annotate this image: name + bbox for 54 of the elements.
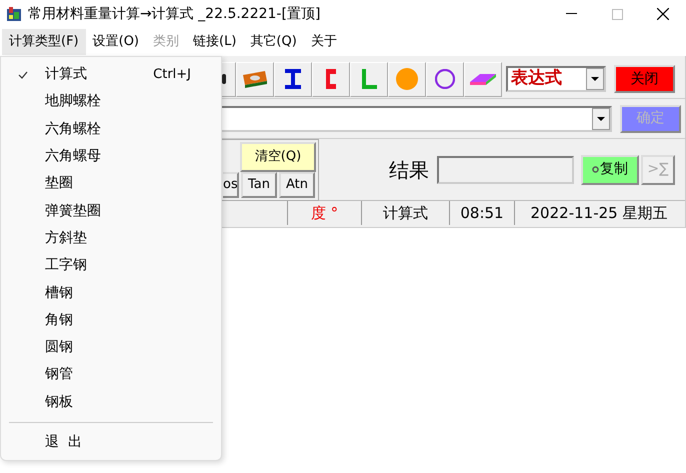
plate-icon [243, 70, 267, 88]
menu-item[interactable]: 设置(O) [86, 29, 146, 55]
i-beam-icon [285, 69, 301, 89]
menu-item[interactable]: 角钢 [1, 306, 221, 334]
toolbar-button[interactable] [236, 62, 274, 96]
maximize-icon [612, 8, 622, 20]
menu-item[interactable]: 地脚螺栓 [1, 88, 221, 116]
menu-item[interactable]: 方斜垫 [1, 224, 221, 252]
clear-button[interactable]: 清空(Q) [240, 142, 316, 172]
result-label: 结果 [389, 156, 429, 184]
menu-item[interactable]: 弹簧垫圈 [1, 197, 221, 225]
status-cell-text: 2022-11-25 星期五 [530, 202, 668, 224]
menu-item[interactable]: 工字钢 [1, 252, 221, 280]
menu-item[interactable]: 六角螺母 [1, 142, 221, 170]
channel-icon [326, 69, 336, 89]
mode-select[interactable]: 表达式 [506, 66, 606, 92]
menu-item[interactable]: 钢管 [1, 361, 221, 389]
menu-item[interactable]: 其它(Q) [243, 29, 304, 55]
menu-item[interactable]: 圆钢 [1, 334, 221, 362]
check-icon [18, 70, 28, 79]
menu-item[interactable]: 关于 [304, 29, 344, 55]
menu-item[interactable]: 垫圈 [1, 170, 221, 198]
copy-dot-icon [592, 166, 599, 173]
menu-item[interactable]: 计算式 Ctrl+J [1, 61, 221, 88]
app-icon [6, 6, 22, 22]
menu-item[interactable]: 计算类型(F) [2, 29, 86, 55]
ring-icon [435, 69, 455, 89]
status-cell: 08:51 [450, 201, 515, 225]
dropdown-arrow-icon [597, 116, 605, 120]
menu-item[interactable]: 槽钢 [1, 279, 221, 307]
minimize-icon [566, 13, 576, 15]
sheet-icon [470, 74, 496, 84]
function-key[interactable]: Tan [241, 172, 277, 198]
close-button[interactable]: 关闭 [614, 65, 675, 93]
menu-item[interactable]: 退 出 [1, 428, 221, 456]
status-cell: 计算式 [362, 201, 450, 225]
result-field[interactable] [437, 156, 574, 184]
copy-button[interactable]: 复制 [581, 154, 639, 184]
toolbar-button[interactable] [221, 62, 236, 96]
toolbar-button[interactable] [426, 62, 464, 96]
status-cell: 度 ° [288, 201, 362, 225]
menu-item[interactable]: 六角螺栓 [1, 116, 221, 143]
menu-item[interactable]: 钢板 [1, 388, 221, 416]
menu-item[interactable]: 链接(L) [186, 29, 244, 55]
expression-field[interactable] [221, 106, 612, 132]
solid-circle-icon [396, 68, 418, 90]
angle-icon [362, 69, 376, 89]
function-key[interactable]: os [223, 172, 239, 198]
window-title: 常用材料重量计算→计算式 _22.5.2221-[置顶] [28, 4, 320, 24]
function-key[interactable]: Atn [279, 172, 315, 198]
dropdown-arrow-icon [591, 77, 599, 81]
close-icon [657, 8, 669, 20]
tool-icon [222, 74, 226, 84]
toolbar-button[interactable] [274, 62, 312, 96]
